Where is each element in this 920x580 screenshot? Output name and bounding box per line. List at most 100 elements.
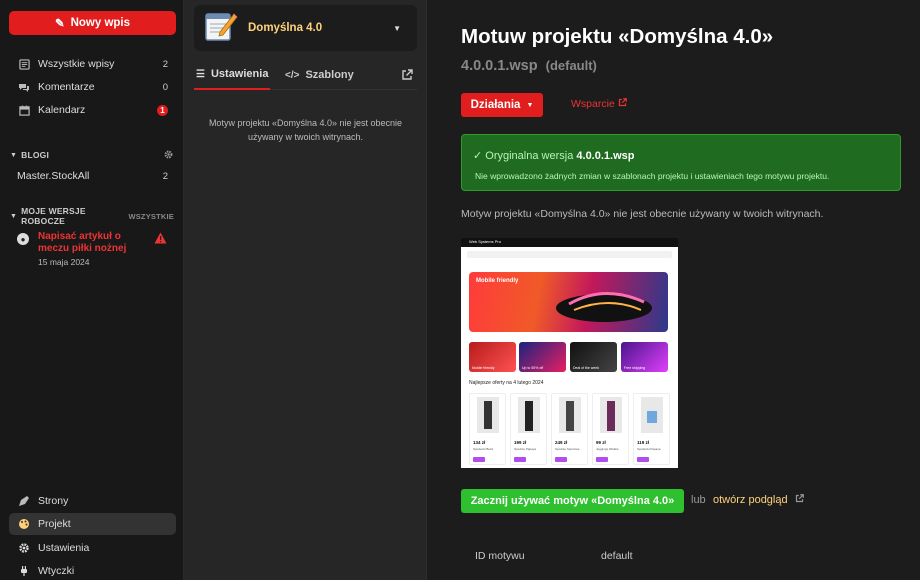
preview-tile: Up to 50% off (519, 342, 566, 372)
theme-preview-image: Web Systems Pro Mobile friendly Mobile f… (461, 238, 678, 468)
preview-product-image (518, 397, 540, 433)
preview-product-name: Spodnie Sportowe (555, 447, 580, 451)
preview-product-name: Spodenki Papaya (637, 447, 661, 451)
tab-templates[interactable]: </> Szablony (285, 60, 354, 90)
caret-down-icon[interactable]: ▼ (393, 24, 401, 33)
palette-icon (17, 518, 31, 530)
support-label: Wsparcie (571, 98, 615, 110)
comment-count: 0 (162, 81, 168, 93)
preview-product: 119 zł Spodenki Papaya (633, 393, 670, 465)
version-line: 4.0.0.1.wsp (default) (461, 58, 597, 74)
preview-product: 99 zł Jeggings Wielkie (592, 393, 629, 465)
sidebar-item-comments[interactable]: Komentarze 0 (9, 77, 176, 97)
preview-product-image (641, 397, 663, 433)
drafts-all-link[interactable]: WSZYSTKIE (128, 212, 174, 221)
or-label: lub (691, 494, 706, 506)
preview-product-price: 99 zł (596, 440, 606, 445)
notepad-icon (202, 8, 238, 49)
preview-tile: Free shipping (621, 342, 668, 372)
project-tabs: ☰ Ustawienia </> Szablony (194, 60, 417, 90)
caret-down-icon: ▼ (526, 101, 534, 109)
notice-prefix: Oryginalna wersja (485, 150, 574, 162)
theme-description: Motyw projektu «Domyślna 4.0» nie jest o… (461, 208, 824, 220)
version-default: (default) (545, 58, 597, 73)
plug-icon (17, 565, 31, 577)
support-link[interactable]: Wsparcie (571, 98, 627, 110)
preview-product-price: 199 zł (514, 440, 527, 445)
comments-icon (17, 82, 31, 93)
post-count: 2 (162, 58, 168, 70)
external-link-icon (618, 98, 627, 107)
calendar-icon (17, 104, 31, 116)
preview-product-image (559, 397, 581, 433)
actions-dropdown[interactable]: Działania ▼ (461, 93, 543, 117)
sidebar-item-plugins[interactable]: Wtyczki (9, 561, 176, 580)
sidebar-item-project[interactable]: Projekt (9, 513, 176, 535)
sidebar-item-settings[interactable]: Ustawienia (9, 538, 176, 558)
blogs-heading[interactable]: ▼ BLOGI (10, 148, 174, 162)
draft-date: 15 maja 2024 (38, 257, 90, 267)
preview-shoe (556, 292, 652, 322)
project-panel: Domyślna 4.0 ▼ ☰ Ustawienia </> Szablony… (184, 0, 427, 580)
preview-topbar: Web Systems Pro (461, 238, 678, 247)
open-preview-label: otwórz podgląd (713, 494, 788, 506)
drafts-heading-label: MOJE WERSJE ROBOCZE (21, 206, 86, 226)
sidebar-item-calendar[interactable]: Kalendarz 1 (9, 100, 176, 120)
sidebar-item-blog[interactable]: Master.StockAll 2 (9, 166, 176, 186)
tab-settings-label: Ustawienia (210, 68, 269, 80)
preview-product-price: 249 zł (555, 440, 568, 445)
preview-tile-label: Free shipping (624, 366, 646, 370)
preview-product: 249 zł Spodnie Sportowe (551, 393, 588, 465)
preview-product-price: 134 zł (473, 440, 486, 445)
preview-product: 134 zł Spodenki Beża (469, 393, 506, 465)
start-using-theme-button[interactable]: Zacznij używać motyw «Domyślna 4.0» (461, 489, 684, 513)
tab-settings[interactable]: ☰ Ustawienia (194, 60, 271, 90)
warning-icon (154, 232, 167, 247)
sidebar-item-label: Komentarze (38, 81, 95, 93)
notice-title: ✓ Oryginalna wersja 4.0.0.1.wsp (473, 149, 634, 162)
sidebar-item-all-posts[interactable]: Wszystkie wpisy 2 (9, 54, 176, 74)
drafts-heading[interactable]: ▼ MOJE WERSJE ROBOCZE WSZYSTKIE (10, 206, 174, 226)
sidebar-item-label: Ustawienia (38, 542, 90, 554)
project-selector[interactable]: Domyślna 4.0 ▼ (194, 5, 417, 51)
collapse-triangle-icon: ▼ (10, 151, 18, 159)
preview-tile-label: Mobile friendly (472, 366, 495, 370)
preview-tile-label: Deal of the week (573, 366, 600, 370)
blog-count: 2 (162, 170, 168, 182)
open-preview-link[interactable]: otwórz podgląd (713, 494, 804, 506)
preview-product-name: Spodenki Beża (473, 447, 494, 451)
sidebar-item-pages[interactable]: Strony (9, 491, 176, 511)
sidebar-item-label: Strony (38, 495, 69, 507)
notice-subtext: Nie wprowadzono żadnych zmian w szablona… (475, 171, 830, 181)
preview-brand: Web Systems Pro (469, 239, 501, 244)
notice-version: 4.0.0.1.wsp (576, 150, 635, 162)
sidebar-item-label: Projekt (38, 518, 71, 530)
new-post-button[interactable]: ✎ Nowy wpis (9, 11, 176, 35)
check-icon: ✓ (473, 150, 483, 162)
calendar-badge: 1 (157, 104, 168, 116)
preview-tile: Deal of the week (570, 342, 617, 372)
external-link-icon[interactable] (401, 60, 413, 90)
preview-searchbar (467, 251, 672, 258)
preview-tile: Mobile friendly (469, 342, 516, 372)
gear-icon[interactable] (163, 149, 174, 162)
page-title: Motuw projektu «Domyślna 4.0» (461, 25, 774, 48)
preview-product-image (600, 397, 622, 433)
settings-gear-icon (17, 542, 31, 554)
preview-product-name: Jeggings Wielkie (596, 447, 619, 451)
code-icon: </> (285, 69, 300, 81)
actions-label: Działania (470, 99, 521, 111)
preview-product-name: Spodnie Papaya (514, 447, 537, 451)
posts-icon (17, 58, 31, 70)
pencil-icon: ✎ (54, 18, 65, 30)
preview-product-price: 119 zł (637, 440, 650, 445)
theme-id-label: ID motywu (475, 550, 525, 562)
preview-hero-title: Mobile friendly (476, 278, 519, 284)
draft-title[interactable]: Napisać artykuł o meczu piłki nożnej (38, 231, 148, 254)
avatar-icon: ● (17, 233, 29, 245)
tab-templates-label: Szablony (305, 69, 354, 81)
project-name: Domyślna 4.0 (248, 22, 323, 34)
preview-product: 199 zł Spodnie Papaya (510, 393, 547, 465)
original-version-notice: ✓ Oryginalna wersja 4.0.0.1.wsp Nie wpro… (461, 134, 901, 191)
app-root: ✎ Nowy wpis Wszystkie wpisy 2 Komentarze… (0, 0, 920, 580)
